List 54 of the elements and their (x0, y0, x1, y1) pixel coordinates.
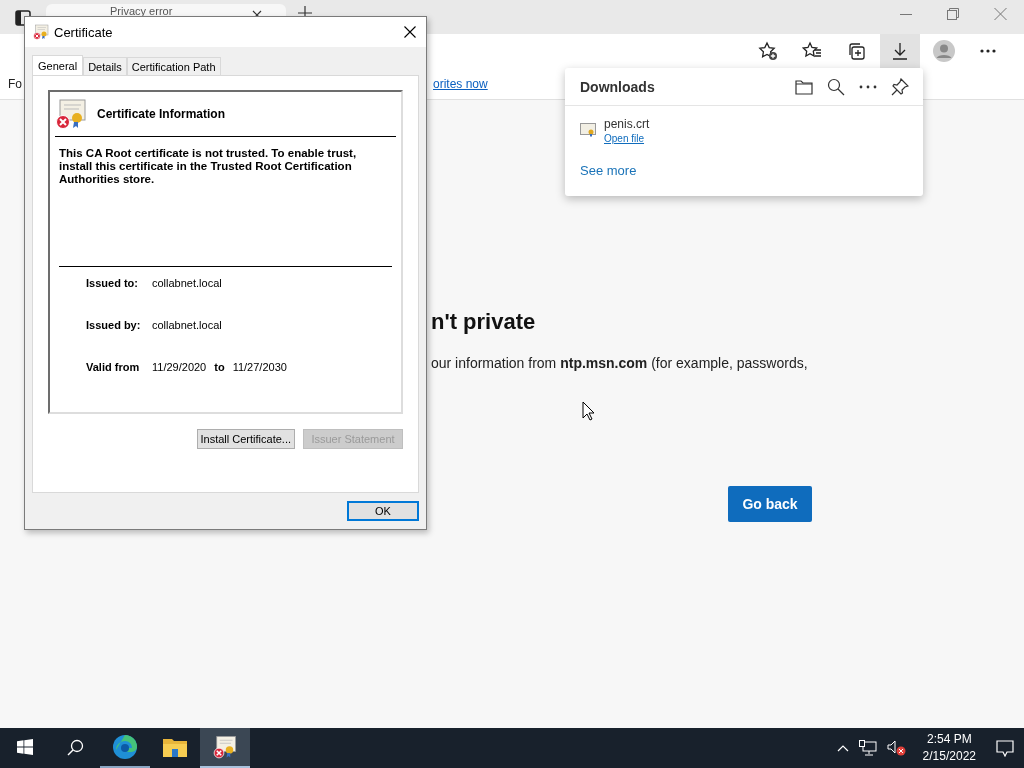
file-name: penis.crt (604, 117, 650, 131)
page-heading: n't private (431, 309, 537, 335)
folder-icon[interactable] (163, 737, 187, 757)
field-label: to (214, 361, 225, 373)
browser-icon[interactable] (112, 734, 138, 760)
field-label: Issued to: (86, 277, 139, 289)
dialog-title: Certificate (54, 24, 114, 40)
collections-icon[interactable] (846, 41, 866, 61)
chevron-up-icon[interactable] (836, 744, 849, 752)
dialog-tab[interactable]: Details (83, 57, 127, 75)
close-icon[interactable] (404, 26, 416, 38)
certificate-icon (212, 735, 238, 759)
tab-title: Privacy error (110, 5, 173, 17)
speaker-muted-icon[interactable] (886, 740, 907, 756)
field-value: collabnet.local (152, 319, 222, 331)
clock-time[interactable]: 2:54 PM (926, 731, 972, 748)
favorites-bar-text: Fo (8, 76, 22, 91)
more-icon[interactable] (979, 48, 997, 54)
tab-actions-icon[interactable] (15, 10, 31, 26)
open-file-link[interactable]: Open file (604, 133, 645, 144)
dialog-button[interactable]: Install Certificate... (196, 429, 295, 449)
notification-icon[interactable] (996, 739, 1014, 757)
avatar-icon[interactable] (932, 39, 956, 63)
go-back-button[interactable]: Go back (728, 486, 812, 522)
field-value: 11/29/2020 (152, 361, 207, 373)
more-icon[interactable] (859, 84, 877, 89)
ok-button[interactable]: OK (347, 501, 419, 521)
certificate-icon (33, 24, 49, 40)
error-message: our information from ntp.msn.com (for example, passwords, (431, 355, 809, 371)
clock-date[interactable]: 2/15/2022 (922, 748, 976, 765)
search-icon[interactable] (66, 738, 84, 756)
download-icon[interactable] (890, 41, 910, 61)
trust-message: This CA Root certificate is not trusted. To enable trust, install this certificate in the Trusted Root Certification Authorities store. (59, 147, 392, 267)
section-heading: Certificate Information (97, 107, 225, 121)
field-label: Issued by: (86, 319, 142, 331)
search-icon[interactable] (827, 77, 845, 96)
pin-icon[interactable] (891, 77, 909, 96)
windows-start-icon[interactable] (17, 739, 33, 755)
manage-favorites-link[interactable]: orites now (433, 76, 488, 91)
network-icon[interactable] (858, 740, 877, 756)
certificate-error-icon (55, 98, 87, 130)
cursor-icon (582, 401, 595, 421)
field-value: 11/27/2030 (232, 361, 287, 373)
restore-icon[interactable] (947, 7, 959, 21)
add-favorite-icon[interactable] (758, 41, 778, 61)
folder-icon[interactable] (795, 78, 813, 95)
downloads-button[interactable] (880, 34, 920, 68)
panel-title: Downloads (580, 78, 656, 95)
certificate-file-icon (580, 123, 596, 137)
dialog-tab[interactable]: Certification Path (126, 57, 221, 75)
field-value: collabnet.local (152, 277, 222, 289)
field-label: Valid from (86, 361, 141, 373)
dialog-tab[interactable]: General (32, 55, 84, 75)
see-more-link[interactable]: See more (580, 163, 637, 178)
